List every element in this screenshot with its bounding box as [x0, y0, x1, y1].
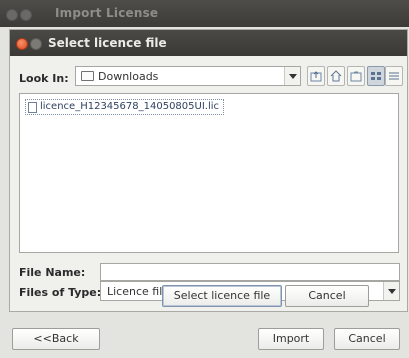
home-button[interactable] [327, 66, 345, 86]
select-licence-dialog: Select licence file Look In: Downloads l… [9, 29, 408, 312]
outer-minimize-icon[interactable] [20, 9, 32, 21]
file-list[interactable]: licence_H12345678_14050805UI.lic [19, 93, 399, 253]
new-folder-icon [350, 71, 362, 82]
dialog-close-icon[interactable] [16, 38, 28, 50]
back-button[interactable]: <<Back [12, 328, 100, 350]
chevron-down-icon[interactable] [383, 282, 399, 300]
list-view-icon [371, 72, 381, 80]
outer-cancel-button[interactable]: Cancel [334, 328, 400, 350]
file-name: licence_H12345678_14050805UI.lic [40, 101, 220, 112]
file-name-input[interactable] [100, 263, 400, 281]
file-name-label: File Name: [19, 266, 86, 279]
details-view-button[interactable] [385, 66, 403, 86]
up-folder-button[interactable] [307, 66, 325, 86]
outer-titlebar: Import License [0, 0, 409, 27]
dialog-titlebar: Select licence file [10, 30, 407, 56]
file-icon [28, 102, 37, 113]
outer-window-title: Import License [55, 6, 159, 20]
list-view-button[interactable] [367, 66, 385, 86]
import-license-window: Import License Select licence file Look … [0, 0, 409, 358]
outer-close-icon[interactable] [6, 9, 18, 21]
look-in-dropdown[interactable]: Downloads [75, 66, 301, 86]
look-in-label: Look In: [19, 72, 69, 85]
import-button[interactable]: Import [258, 328, 324, 350]
details-view-icon [389, 72, 399, 80]
dialog-title: Select licence file [48, 36, 167, 50]
chevron-down-icon[interactable] [284, 67, 300, 85]
list-item[interactable]: licence_H12345678_14050805UI.lic [25, 99, 225, 115]
dialog-cancel-button[interactable]: Cancel [285, 285, 369, 307]
select-licence-button[interactable]: Select licence file [162, 285, 282, 307]
new-folder-button[interactable] [347, 66, 365, 86]
home-icon [330, 70, 342, 82]
dialog-minimize-icon[interactable] [30, 38, 42, 50]
files-of-type-label: Files of Type: [19, 286, 102, 299]
folder-icon [81, 71, 94, 81]
look-in-value: Downloads [98, 70, 159, 83]
up-folder-icon [310, 71, 322, 82]
